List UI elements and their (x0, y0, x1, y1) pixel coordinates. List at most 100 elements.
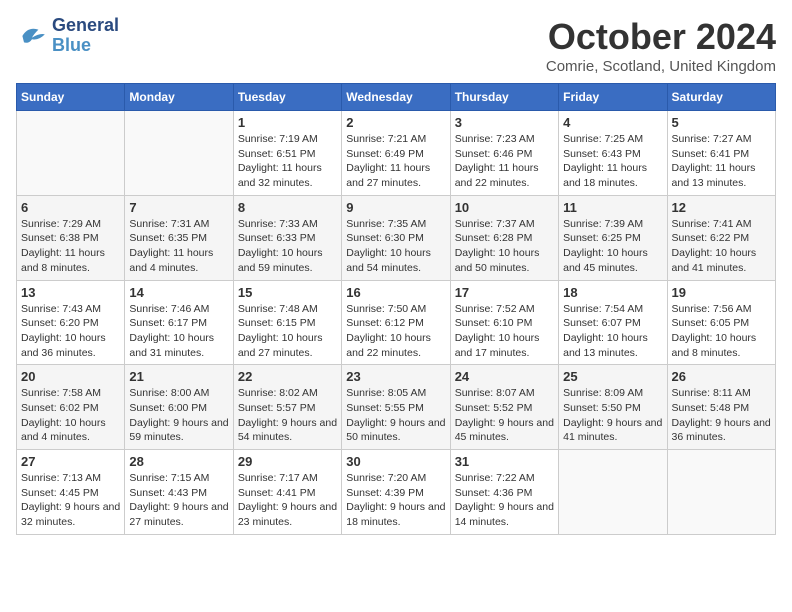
week-row-4: 20 Sunrise: 7:58 AM Sunset: 6:02 PM Dayli… (17, 365, 776, 450)
calendar-cell: 17Sunrise: 7:52 AM Sunset: 6:10 PM Dayli… (450, 280, 558, 365)
day-number: 22 (238, 369, 337, 384)
calendar-cell: 22Sunrise: 8:02 AM Sunset: 5:57 PM Dayli… (233, 365, 341, 450)
day-number: 6 (21, 200, 120, 215)
calendar-cell: 1 Sunrise: 7:19 AM Sunset: 6:51 PM Daylig… (233, 111, 341, 196)
day-number: 21 (129, 369, 228, 384)
calendar-cell: 18Sunrise: 7:54 AM Sunset: 6:07 PM Dayli… (559, 280, 667, 365)
week-row-3: 13Sunrise: 7:43 AM Sunset: 6:20 PM Dayli… (17, 280, 776, 365)
day-info: Sunrise: 8:00 AM Sunset: 6:00 PM Dayligh… (129, 386, 228, 445)
calendar-cell: 21 Sunrise: 8:00 AM Sunset: 6:00 PM Dayli… (125, 365, 233, 450)
day-info: Sunrise: 7:35 AM Sunset: 6:30 PM Dayligh… (346, 217, 445, 276)
day-info: Sunrise: 7:15 AM Sunset: 4:43 PM Dayligh… (129, 471, 228, 530)
week-row-1: 1 Sunrise: 7:19 AM Sunset: 6:51 PM Daylig… (17, 111, 776, 196)
calendar-cell: 4 Sunrise: 7:25 AM Sunset: 6:43 PM Daylig… (559, 111, 667, 196)
calendar-cell (17, 111, 125, 196)
day-number: 24 (455, 369, 554, 384)
day-number: 31 (455, 454, 554, 469)
calendar-cell (667, 450, 775, 535)
day-number: 5 (672, 115, 771, 130)
calendar-cell: 30 Sunrise: 7:20 AM Sunset: 4:39 PM Dayli… (342, 450, 450, 535)
calendar-cell: 20 Sunrise: 7:58 AM Sunset: 6:02 PM Dayli… (17, 365, 125, 450)
day-info: Sunrise: 7:27 AM Sunset: 6:41 PM Dayligh… (672, 132, 771, 191)
logo-icon (16, 20, 48, 52)
day-info: Sunrise: 8:07 AM Sunset: 5:52 PM Dayligh… (455, 386, 554, 445)
calendar-cell: 25 Sunrise: 8:09 AM Sunset: 5:50 PM Dayli… (559, 365, 667, 450)
day-info: Sunrise: 7:46 AM Sunset: 6:17 PM Dayligh… (129, 302, 228, 361)
day-number: 26 (672, 369, 771, 384)
calendar-cell: 6Sunrise: 7:29 AM Sunset: 6:38 PM Daylig… (17, 195, 125, 280)
day-info: Sunrise: 7:43 AM Sunset: 6:20 PM Dayligh… (21, 302, 120, 361)
day-number: 7 (129, 200, 228, 215)
header-day-saturday: Saturday (667, 84, 775, 111)
week-row-2: 6Sunrise: 7:29 AM Sunset: 6:38 PM Daylig… (17, 195, 776, 280)
calendar-table: SundayMondayTuesdayWednesdayThursdayFrid… (16, 83, 776, 535)
calendar-cell: 27Sunrise: 7:13 AM Sunset: 4:45 PM Dayli… (17, 450, 125, 535)
day-number: 28 (129, 454, 228, 469)
day-number: 2 (346, 115, 445, 130)
day-info: Sunrise: 8:05 AM Sunset: 5:55 PM Dayligh… (346, 386, 445, 445)
month-title: October 2024 (546, 16, 776, 58)
day-info: Sunrise: 7:19 AM Sunset: 6:51 PM Dayligh… (238, 132, 337, 191)
calendar-cell: 26 Sunrise: 8:11 AM Sunset: 5:48 PM Dayli… (667, 365, 775, 450)
calendar-cell: 10 Sunrise: 7:37 AM Sunset: 6:28 PM Dayli… (450, 195, 558, 280)
day-number: 25 (563, 369, 662, 384)
logo: General Blue (16, 16, 119, 56)
day-number: 30 (346, 454, 445, 469)
header-day-thursday: Thursday (450, 84, 558, 111)
day-info: Sunrise: 7:37 AM Sunset: 6:28 PM Dayligh… (455, 217, 554, 276)
calendar-cell: 11 Sunrise: 7:39 AM Sunset: 6:25 PM Dayli… (559, 195, 667, 280)
day-info: Sunrise: 7:58 AM Sunset: 6:02 PM Dayligh… (21, 386, 120, 445)
day-info: Sunrise: 7:41 AM Sunset: 6:22 PM Dayligh… (672, 217, 771, 276)
day-number: 29 (238, 454, 337, 469)
day-info: Sunrise: 7:17 AM Sunset: 4:41 PM Dayligh… (238, 471, 337, 530)
day-info: Sunrise: 8:09 AM Sunset: 5:50 PM Dayligh… (563, 386, 662, 445)
day-info: Sunrise: 7:33 AM Sunset: 6:33 PM Dayligh… (238, 217, 337, 276)
day-number: 15 (238, 285, 337, 300)
day-info: Sunrise: 7:56 AM Sunset: 6:05 PM Dayligh… (672, 302, 771, 361)
header-day-wednesday: Wednesday (342, 84, 450, 111)
day-info: Sunrise: 7:22 AM Sunset: 4:36 PM Dayligh… (455, 471, 554, 530)
day-number: 17 (455, 285, 554, 300)
day-number: 14 (129, 285, 228, 300)
day-number: 1 (238, 115, 337, 130)
header-day-sunday: Sunday (17, 84, 125, 111)
day-number: 20 (21, 369, 120, 384)
calendar-cell: 8 Sunrise: 7:33 AM Sunset: 6:33 PM Daylig… (233, 195, 341, 280)
location-subtitle: Comrie, Scotland, United Kingdom (546, 58, 776, 75)
day-number: 10 (455, 200, 554, 215)
calendar-cell: 3 Sunrise: 7:23 AM Sunset: 6:46 PM Daylig… (450, 111, 558, 196)
day-number: 19 (672, 285, 771, 300)
header-day-monday: Monday (125, 84, 233, 111)
day-info: Sunrise: 8:11 AM Sunset: 5:48 PM Dayligh… (672, 386, 771, 445)
day-number: 9 (346, 200, 445, 215)
header-row: SundayMondayTuesdayWednesdayThursdayFrid… (17, 84, 776, 111)
day-number: 3 (455, 115, 554, 130)
calendar-cell: 15 Sunrise: 7:48 AM Sunset: 6:15 PM Dayli… (233, 280, 341, 365)
calendar-body: 1 Sunrise: 7:19 AM Sunset: 6:51 PM Daylig… (17, 111, 776, 535)
day-number: 4 (563, 115, 662, 130)
day-info: Sunrise: 7:13 AM Sunset: 4:45 PM Dayligh… (21, 471, 120, 530)
day-number: 11 (563, 200, 662, 215)
day-info: Sunrise: 7:20 AM Sunset: 4:39 PM Dayligh… (346, 471, 445, 530)
calendar-cell: 29 Sunrise: 7:17 AM Sunset: 4:41 PM Dayli… (233, 450, 341, 535)
day-number: 8 (238, 200, 337, 215)
day-info: Sunrise: 7:23 AM Sunset: 6:46 PM Dayligh… (455, 132, 554, 191)
calendar-cell: 2Sunrise: 7:21 AM Sunset: 6:49 PM Daylig… (342, 111, 450, 196)
day-info: Sunrise: 7:39 AM Sunset: 6:25 PM Dayligh… (563, 217, 662, 276)
day-info: Sunrise: 7:48 AM Sunset: 6:15 PM Dayligh… (238, 302, 337, 361)
day-info: Sunrise: 7:31 AM Sunset: 6:35 PM Dayligh… (129, 217, 228, 276)
day-number: 23 (346, 369, 445, 384)
calendar-cell: 9 Sunrise: 7:35 AM Sunset: 6:30 PM Daylig… (342, 195, 450, 280)
day-number: 16 (346, 285, 445, 300)
calendar-cell: 13Sunrise: 7:43 AM Sunset: 6:20 PM Dayli… (17, 280, 125, 365)
day-number: 18 (563, 285, 662, 300)
week-row-5: 27Sunrise: 7:13 AM Sunset: 4:45 PM Dayli… (17, 450, 776, 535)
page-header: General Blue October 2024 Comrie, Scotla… (16, 16, 776, 75)
day-info: Sunrise: 7:25 AM Sunset: 6:43 PM Dayligh… (563, 132, 662, 191)
day-number: 12 (672, 200, 771, 215)
calendar-header: SundayMondayTuesdayWednesdayThursdayFrid… (17, 84, 776, 111)
calendar-cell: 14 Sunrise: 7:46 AM Sunset: 6:17 PM Dayli… (125, 280, 233, 365)
calendar-cell: 5 Sunrise: 7:27 AM Sunset: 6:41 PM Daylig… (667, 111, 775, 196)
calendar-cell: 28 Sunrise: 7:15 AM Sunset: 4:43 PM Dayli… (125, 450, 233, 535)
logo-line1: General (52, 16, 119, 36)
